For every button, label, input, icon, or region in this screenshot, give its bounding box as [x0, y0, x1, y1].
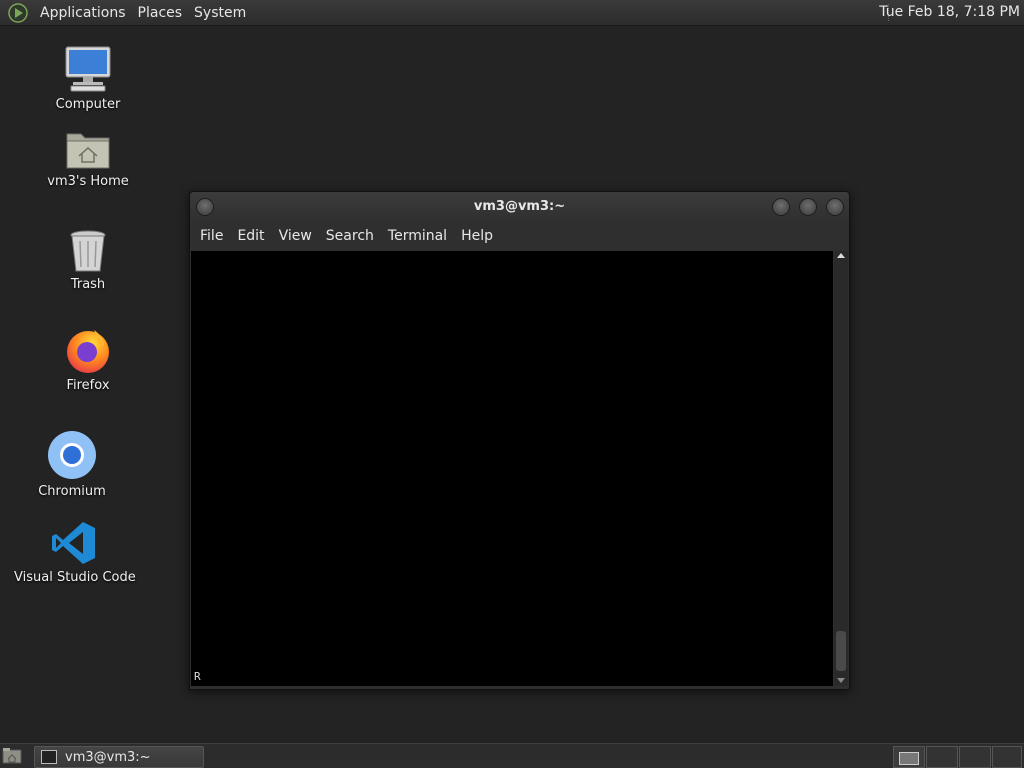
- trash-icon: [70, 230, 106, 272]
- menu-help[interactable]: Help: [461, 228, 493, 244]
- scroll-down-arrow-icon[interactable]: [837, 678, 845, 683]
- taskbar-terminal-button[interactable]: vm3@vm3:~: [34, 746, 204, 768]
- close-button[interactable]: [826, 198, 844, 216]
- workspace-2[interactable]: [926, 746, 958, 768]
- desktop-icon-vscode[interactable]: Visual Studio Code: [14, 520, 136, 585]
- desktop-icon-label: Computer: [55, 97, 121, 112]
- desktop-icon-trash[interactable]: Trash: [48, 229, 128, 292]
- top-panel: Applications Places System Tue Feb 18, 7…: [0, 0, 1024, 26]
- applications-menu-icon[interactable]: [8, 2, 28, 23]
- menu-terminal[interactable]: Terminal: [388, 228, 447, 244]
- menu-system[interactable]: System: [188, 5, 252, 21]
- terminal-text: R: [194, 670, 201, 683]
- terminal-area[interactable]: R: [191, 251, 833, 686]
- workspace-1[interactable]: [893, 746, 925, 768]
- menu-applications[interactable]: Applications: [34, 5, 132, 21]
- maximize-button[interactable]: [799, 198, 817, 216]
- chromium-icon: [48, 431, 96, 479]
- show-desktop-icon[interactable]: [2, 747, 22, 765]
- menu-places[interactable]: Places: [132, 5, 189, 21]
- workspace-3[interactable]: [959, 746, 991, 768]
- desktop-icon-computer[interactable]: Computer: [48, 45, 128, 112]
- desktop-icon-label: Visual Studio Code: [14, 570, 136, 585]
- desktop-icon-label: Firefox: [66, 378, 110, 393]
- window-titlebar[interactable]: vm3@vm3:~: [190, 192, 849, 222]
- window-title: vm3@vm3:~: [473, 199, 566, 214]
- bottom-panel: vm3@vm3:~: [0, 743, 1024, 768]
- menu-edit[interactable]: Edit: [237, 228, 264, 244]
- terminal-scrollbar[interactable]: [834, 251, 848, 686]
- home-folder-icon: [66, 133, 110, 169]
- terminal-icon: [41, 750, 57, 764]
- desktop-icon-label: Trash: [70, 277, 106, 292]
- terminal-menubar: File Edit View Search Terminal Help: [190, 222, 849, 250]
- minimize-button[interactable]: [772, 198, 790, 216]
- desktop-icon-label: Chromium: [38, 484, 106, 499]
- desktop-icon-firefox[interactable]: Firefox: [48, 326, 128, 393]
- taskbar-label: vm3@vm3:~: [65, 749, 151, 765]
- scroll-thumb[interactable]: [836, 631, 846, 671]
- desktop-icon-chromium[interactable]: Chromium: [32, 430, 112, 499]
- computer-icon: [65, 46, 111, 92]
- menu-file[interactable]: File: [200, 228, 223, 244]
- terminal-window[interactable]: vm3@vm3:~ File Edit View Search Terminal…: [189, 191, 850, 690]
- clock[interactable]: Tue Feb 18, 7:18 PM: [879, 0, 1020, 25]
- workspace-window-preview: [899, 752, 919, 765]
- scroll-up-arrow-icon[interactable]: [837, 253, 845, 258]
- menu-search[interactable]: Search: [326, 228, 374, 244]
- desktop-icon-label: vm3's Home: [47, 174, 129, 189]
- workspace-4[interactable]: [992, 746, 1022, 768]
- desktop-icon-home[interactable]: vm3's Home: [38, 128, 138, 189]
- firefox-icon: [67, 330, 109, 373]
- menu-view[interactable]: View: [279, 228, 312, 244]
- vscode-icon: [52, 522, 95, 564]
